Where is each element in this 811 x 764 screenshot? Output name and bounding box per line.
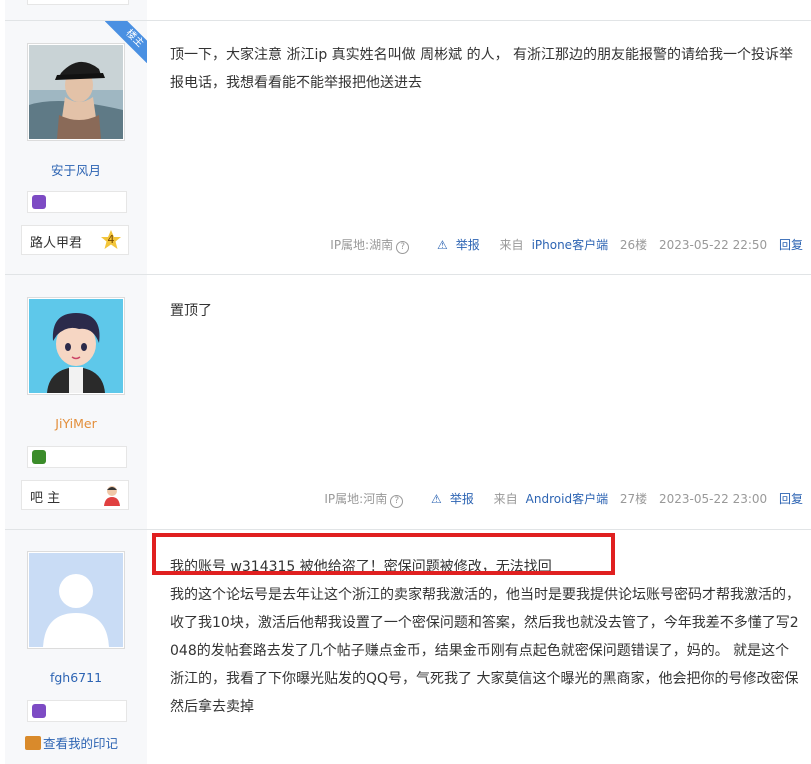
level-icon (32, 704, 46, 718)
client-link[interactable]: iPhone客户端 (532, 238, 609, 252)
level-badge[interactable] (27, 191, 127, 213)
post-tail: IP属地:湖南? ⚠ 举报 来自 iPhone客户端 26楼 2023-05-22 … (314, 236, 803, 254)
rank-star-icon: 4 (100, 229, 122, 251)
rank-title: 路人甲君 (30, 236, 83, 251)
client-link[interactable]: Android客户端 (526, 492, 608, 506)
highlight-box (152, 533, 615, 575)
avatar[interactable] (27, 43, 125, 141)
book-icon (25, 736, 41, 750)
username[interactable]: fgh6711 (5, 670, 147, 685)
post-time: 2023-05-22 23:00 (659, 492, 768, 506)
reply-link[interactable]: 回复 (779, 492, 803, 506)
level-badge[interactable] (27, 700, 127, 722)
footprint-link[interactable]: 查看我的印记 (25, 733, 118, 752)
client-info: 来自 iPhone客户端 (499, 238, 609, 252)
rank-badge[interactable]: 路人甲君 4 (21, 225, 129, 255)
post-floor-26: 楼主 安于风月 路人甲君 4 顶一下，大家注意 浙江ip 真实姓名叫做 周彬斌 … (5, 20, 811, 275)
level-icon (32, 195, 46, 209)
floor-number: 26楼 (619, 238, 648, 252)
post-content-body: 我的这个论坛号是去年让这个浙江的卖家帮我激活的，他当时是要我提供论坛账号密码才帮… (170, 587, 800, 715)
warning-icon: ⚠ (436, 238, 448, 252)
rank-badge[interactable]: 吧 主 (21, 480, 129, 510)
post-content: 我的账号 w314315 被他给盗了！密保问题被修改，无法找回 我的这个论坛号是… (170, 553, 803, 721)
help-icon[interactable]: ? (396, 241, 410, 254)
rank-title: 吧 主 (30, 491, 61, 506)
avatar-photo-woman (29, 45, 123, 139)
help-icon[interactable]: ? (390, 495, 404, 508)
post-content: 顶一下，大家注意 浙江ip 真实姓名叫做 周彬斌 的人， 有浙江那边的朋友能报警… (170, 47, 794, 91)
post-floor-27: JiYiMer 吧 主 置顶了 IP属地:河南? ⚠ 举报 来自 Android客户… (5, 274, 811, 530)
post-content: 置顶了 (170, 303, 212, 319)
report-link[interactable]: ⚠ 举报 (429, 238, 480, 252)
warning-icon: ⚠ (431, 492, 442, 506)
floor-number: 27楼 (619, 492, 648, 506)
client-info: 来自 Android客户端 (493, 492, 609, 506)
report-link[interactable]: ⚠ 举报 (423, 492, 474, 506)
ip-location: IP属地:河南? (316, 492, 404, 508)
post-tail: IP属地:河南? ⚠ 举报 来自 Android客户端 27楼 2023-05-22… (308, 490, 803, 508)
level-badge[interactable] (27, 446, 127, 468)
avatar-cartoon-boy (29, 299, 123, 393)
level-icon (32, 450, 46, 464)
avatar[interactable] (27, 297, 125, 395)
ip-location: IP属地:湖南? (322, 238, 410, 254)
previous-post-bottom (5, 0, 811, 20)
reply-link[interactable]: 回复 (779, 238, 803, 252)
default-avatar-icon (29, 553, 123, 647)
post-time: 2023-05-22 22:50 (659, 238, 768, 252)
username[interactable]: 安于风月 (5, 160, 147, 179)
moderator-icon (102, 484, 122, 506)
avatar[interactable] (27, 551, 125, 649)
username[interactable]: JiYiMer (5, 416, 147, 431)
rank-level: 4 (107, 233, 115, 246)
